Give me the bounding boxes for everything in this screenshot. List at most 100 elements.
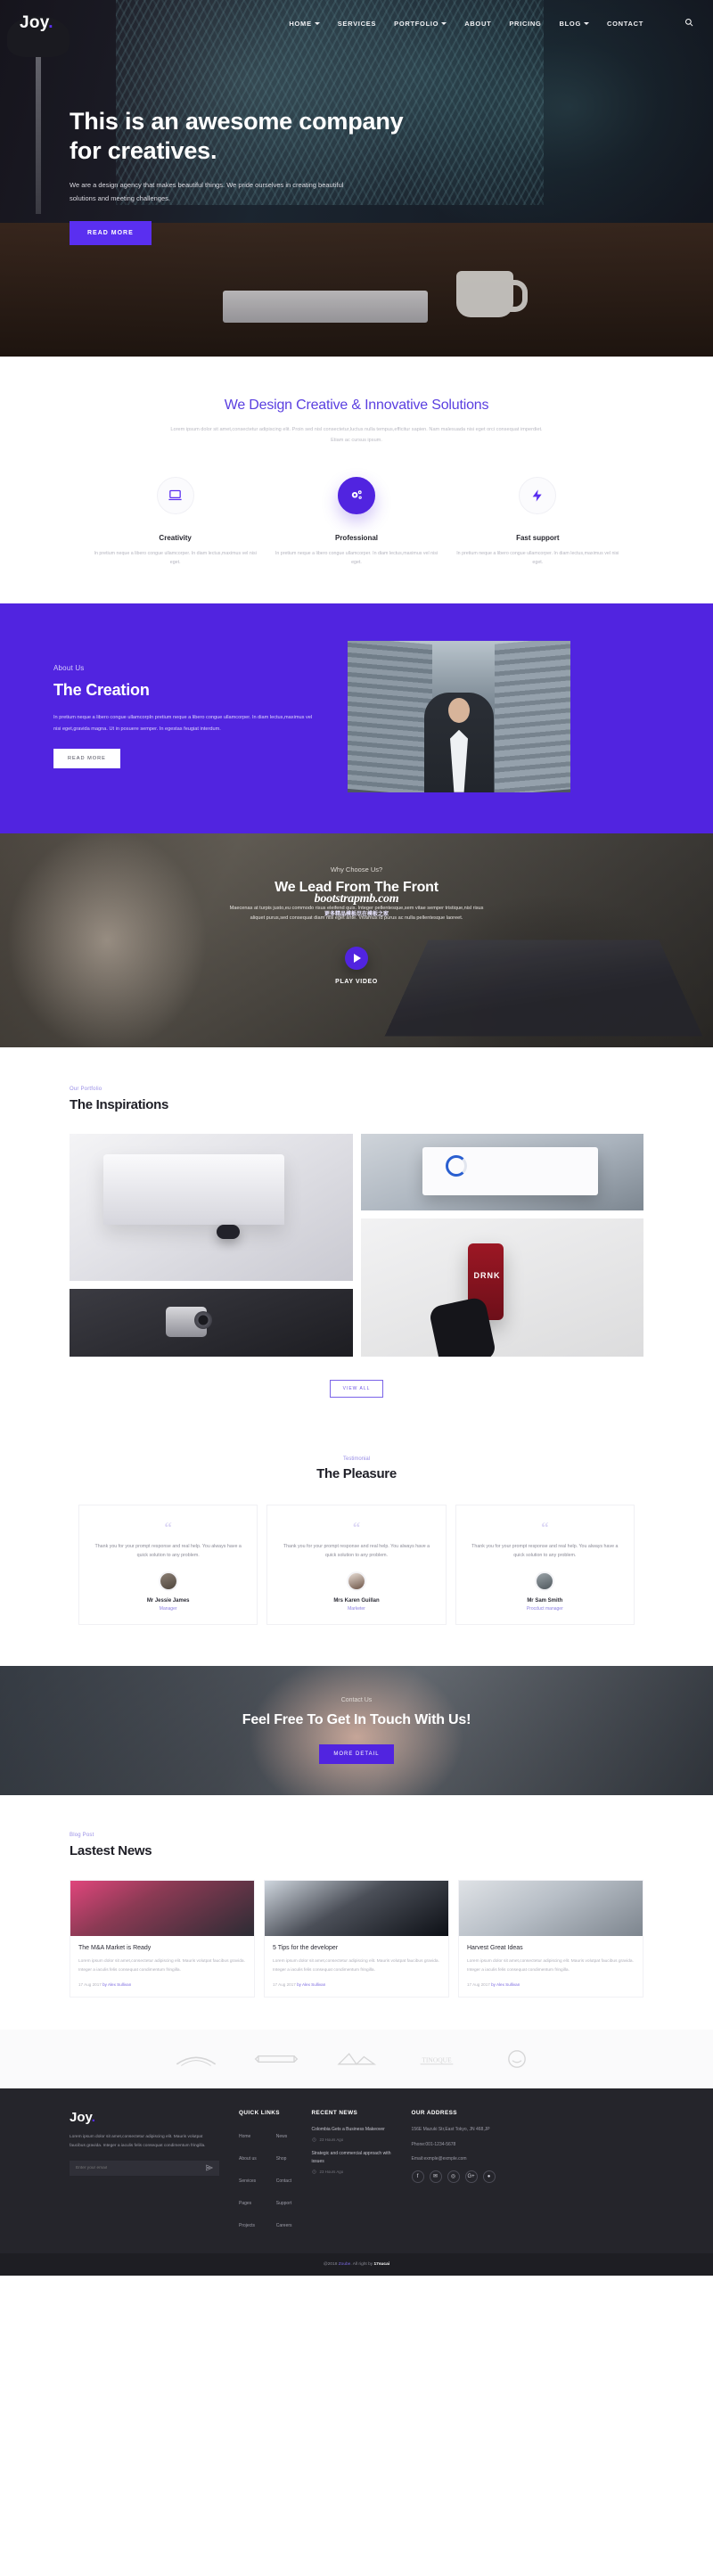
list-item: News <box>276 2126 292 2142</box>
video-eyebrow: Why Choose Us? <box>330 865 383 874</box>
blog-post-title: 5 Tips for the developer <box>273 1944 339 1951</box>
footer-link-support[interactable]: Support <box>276 2201 292 2206</box>
clock-icon <box>311 2137 316 2142</box>
footer-link-services[interactable]: Services <box>239 2178 256 2184</box>
footer-quick-links-heading: QUICK LINKS <box>239 2110 280 2117</box>
about-image <box>348 640 570 792</box>
portfolio-item-imac[interactable] <box>70 1133 353 1281</box>
google-plus-icon[interactable]: G+ <box>464 2170 478 2183</box>
nav-item-home[interactable]: HOME <box>289 20 320 28</box>
footer-link-contact[interactable]: Contact <box>276 2178 291 2184</box>
blog-card[interactable]: Harvest Great Ideas Lorem ipsum dolor si… <box>458 1879 643 1998</box>
social-links: f ✉ ◎ G+ ● <box>411 2170 496 2183</box>
nav-item-pricing[interactable]: PRICING <box>509 20 541 28</box>
blog-thumbnail <box>459 1880 643 1936</box>
footer-link-news[interactable]: News <box>276 2134 288 2139</box>
footer-news-time: 23 Hours Ago <box>311 2137 392 2142</box>
search-icon[interactable] <box>684 18 693 29</box>
feature-professional[interactable]: Professional In pretium neque a libero c… <box>266 476 447 568</box>
nav-item-portfolio[interactable]: PORTFOLIO <box>394 20 447 28</box>
view-all-wrapper: VIEW ALL <box>0 1378 713 1398</box>
about-read-more-button[interactable]: READ MORE <box>53 749 120 769</box>
quote-icon: “ <box>352 1518 361 1536</box>
github-icon[interactable]: ● <box>482 2170 496 2183</box>
footer-link-shop[interactable]: Shop <box>276 2156 287 2162</box>
feature-creativity[interactable]: Creativity In pretium neque a libero con… <box>85 476 266 568</box>
play-video-label: PLAY VIDEO <box>335 979 378 986</box>
feature-title: Creativity <box>159 533 192 542</box>
newsletter-email-input[interactable] <box>70 2166 200 2171</box>
portfolio-grid: DRNK <box>0 1133 713 1357</box>
nav-label: SERVICES <box>337 19 377 28</box>
footer-logo[interactable]: Joy. <box>70 2110 219 2125</box>
footer-news-title: Colombia Gets a Business Makeover <box>311 2127 385 2133</box>
copyright-link[interactable]: Zoube <box>339 2262 351 2267</box>
blog-eyebrow: Blog Post <box>70 1832 94 1838</box>
blog-post-author[interactable]: by Alex Sullivan <box>297 1982 325 1987</box>
blog-post-meta: 17 Aug 2017 by Alex Sullivan <box>273 1982 440 1987</box>
client-logo-4: TINOQUE <box>414 2047 459 2071</box>
footer-quick-links-column: QUICK LINKS Home About us Services Pages… <box>239 2110 292 2237</box>
head-shape <box>448 697 470 723</box>
list-item: Services <box>239 2170 257 2186</box>
footer-quick-links: Home About us Services Pages Projects Ne… <box>239 2126 292 2237</box>
logo-dot: . <box>48 13 53 32</box>
blog-post-author[interactable]: by Alex Sullivan <box>102 1982 131 1987</box>
site-logo[interactable]: Joy. <box>20 13 53 33</box>
testimonial-text: Thank you for your prompt response and r… <box>471 1543 619 1559</box>
portfolio-item-laptop[interactable] <box>360 1133 643 1210</box>
newsletter-send-button[interactable] <box>200 2164 219 2173</box>
testimonial-text: Thank you for your prompt response and r… <box>94 1543 242 1559</box>
blog-card[interactable]: 5 Tips for the developer Lorem ipsum dol… <box>264 1879 449 1998</box>
contact-cta-section: Contact Us Feel Free To Get In Touch Wit… <box>0 1665 713 1795</box>
cta-content: Contact Us Feel Free To Get In Touch Wit… <box>0 1666 713 1764</box>
portfolio-item-camera[interactable] <box>70 1288 353 1357</box>
footer-link-about-us[interactable]: About us <box>239 2156 257 2162</box>
list-item: Careers <box>276 2215 292 2231</box>
gears-icon <box>337 476 375 514</box>
play-video-button[interactable] <box>345 947 368 971</box>
portfolio-section: Our Portfolio The Inspirations DRNK VIEW… <box>0 1047 713 1424</box>
blog-post-excerpt: Lorem ipsum dolor sit amet,consectetur a… <box>467 1958 634 1973</box>
footer-links-col-2: News Shop Contact Support Careers <box>276 2126 292 2237</box>
blog-post-author[interactable]: by Alex Sullivan <box>491 1982 520 1987</box>
avatar <box>535 1571 555 1591</box>
chevron-down-icon <box>441 21 447 25</box>
page-root: Joy. HOME SERVICES PORTFOLIO ABOUT PRICI… <box>0 0 713 2277</box>
video-section: Why Choose Us? We Lead From The Front Ma… <box>0 833 713 1047</box>
list-item[interactable]: Colombia Gets a Business Makeover 23 Hou… <box>312 2126 392 2142</box>
feature-title: Professional <box>334 533 378 542</box>
view-all-button[interactable]: VIEW ALL <box>329 1379 384 1398</box>
footer-address-column: OUR ADDRESS 156E Mazuki Str,East Tokyo, … <box>411 2110 496 2237</box>
copyright-prefix: @2018 <box>323 2262 339 2268</box>
nav-item-about[interactable]: ABOUT <box>464 20 491 28</box>
about-text-block: About Us The Creation In pretium neque a… <box>53 664 321 769</box>
feature-text: In pretium neque a libero congue ullamco… <box>456 550 619 566</box>
feature-text: In pretium neque a libero congue ullamco… <box>275 550 438 566</box>
twitter-icon[interactable]: ✉ <box>429 2170 442 2183</box>
nav-label: PRICING <box>509 19 542 28</box>
footer-recent-news-heading: RECENT NEWS <box>311 2110 358 2117</box>
facebook-icon[interactable]: f <box>411 2170 424 2183</box>
hero-read-more-button[interactable]: READ MORE <box>70 220 152 245</box>
avatar <box>158 1571 178 1591</box>
list-item: About us <box>239 2148 257 2164</box>
footer-link-pages[interactable]: Pages <box>239 2201 251 2206</box>
blog-card[interactable]: The M&A Market is Ready Lorem ipsum dolo… <box>70 1879 255 1998</box>
footer-link-home[interactable]: Home <box>239 2134 250 2139</box>
nav-item-blog[interactable]: BLOG <box>560 20 589 28</box>
feature-fast-support[interactable]: Fast support In pretium neque a libero c… <box>447 476 628 568</box>
list-item[interactable]: Strategic and commercial approach with i… <box>312 2150 392 2174</box>
instagram-icon[interactable]: ◎ <box>447 2170 460 2183</box>
nav-item-contact[interactable]: CONTACT <box>607 20 643 28</box>
portfolio-item-drink[interactable]: DRNK <box>360 1218 643 1357</box>
more-detail-button[interactable]: MORE DETAIL <box>319 1743 394 1764</box>
footer-link-careers[interactable]: Careers <box>276 2223 292 2228</box>
quote-icon: “ <box>541 1518 549 1536</box>
footer-address-heading: OUR ADDRESS <box>411 2110 457 2117</box>
drink-label: DRNK <box>473 1270 501 1280</box>
hero-title-line-2: for creatives. <box>70 136 217 164</box>
newsletter-form <box>70 2161 219 2177</box>
nav-item-services[interactable]: SERVICES <box>338 20 376 28</box>
footer-link-projects[interactable]: Projects <box>239 2223 255 2228</box>
